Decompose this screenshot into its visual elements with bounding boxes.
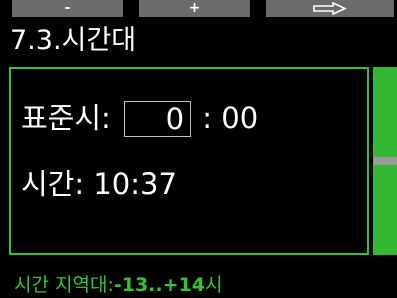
increase-label: + bbox=[188, 0, 201, 16]
decrease-label: - bbox=[64, 0, 71, 16]
footer-hint: 시간 지역대:-13..+14시 bbox=[14, 272, 222, 298]
screen-title: 7.3.시간대 bbox=[10, 25, 137, 56]
footer-unit: 시 bbox=[204, 274, 223, 296]
minutes-suffix: : 00 bbox=[202, 101, 259, 135]
current-time-row: 시간: 10:37 bbox=[21, 167, 177, 201]
decrease-button[interactable]: - bbox=[12, 0, 123, 17]
standard-time-label: 표준시: bbox=[21, 101, 111, 135]
footer-range: -13..+14 bbox=[113, 274, 205, 296]
standard-time-row: 표준시: 0 : 00 bbox=[21, 101, 258, 137]
current-time-value: 10:37 bbox=[93, 167, 177, 201]
scrollbar[interactable] bbox=[373, 67, 397, 255]
scrollbar-thumb[interactable] bbox=[373, 157, 397, 165]
increase-button[interactable]: + bbox=[139, 0, 250, 17]
settings-panel: 표준시: 0 : 00 시간: 10:37 bbox=[9, 67, 369, 255]
footer-label: 시간 지역대: bbox=[14, 274, 114, 296]
current-time-label: 시간: bbox=[21, 167, 85, 201]
right-arrow-icon bbox=[266, 2, 394, 15]
hour-offset-field[interactable]: 0 bbox=[124, 101, 192, 137]
softkey-bar: - + bbox=[12, 0, 394, 18]
next-button[interactable] bbox=[266, 0, 394, 17]
